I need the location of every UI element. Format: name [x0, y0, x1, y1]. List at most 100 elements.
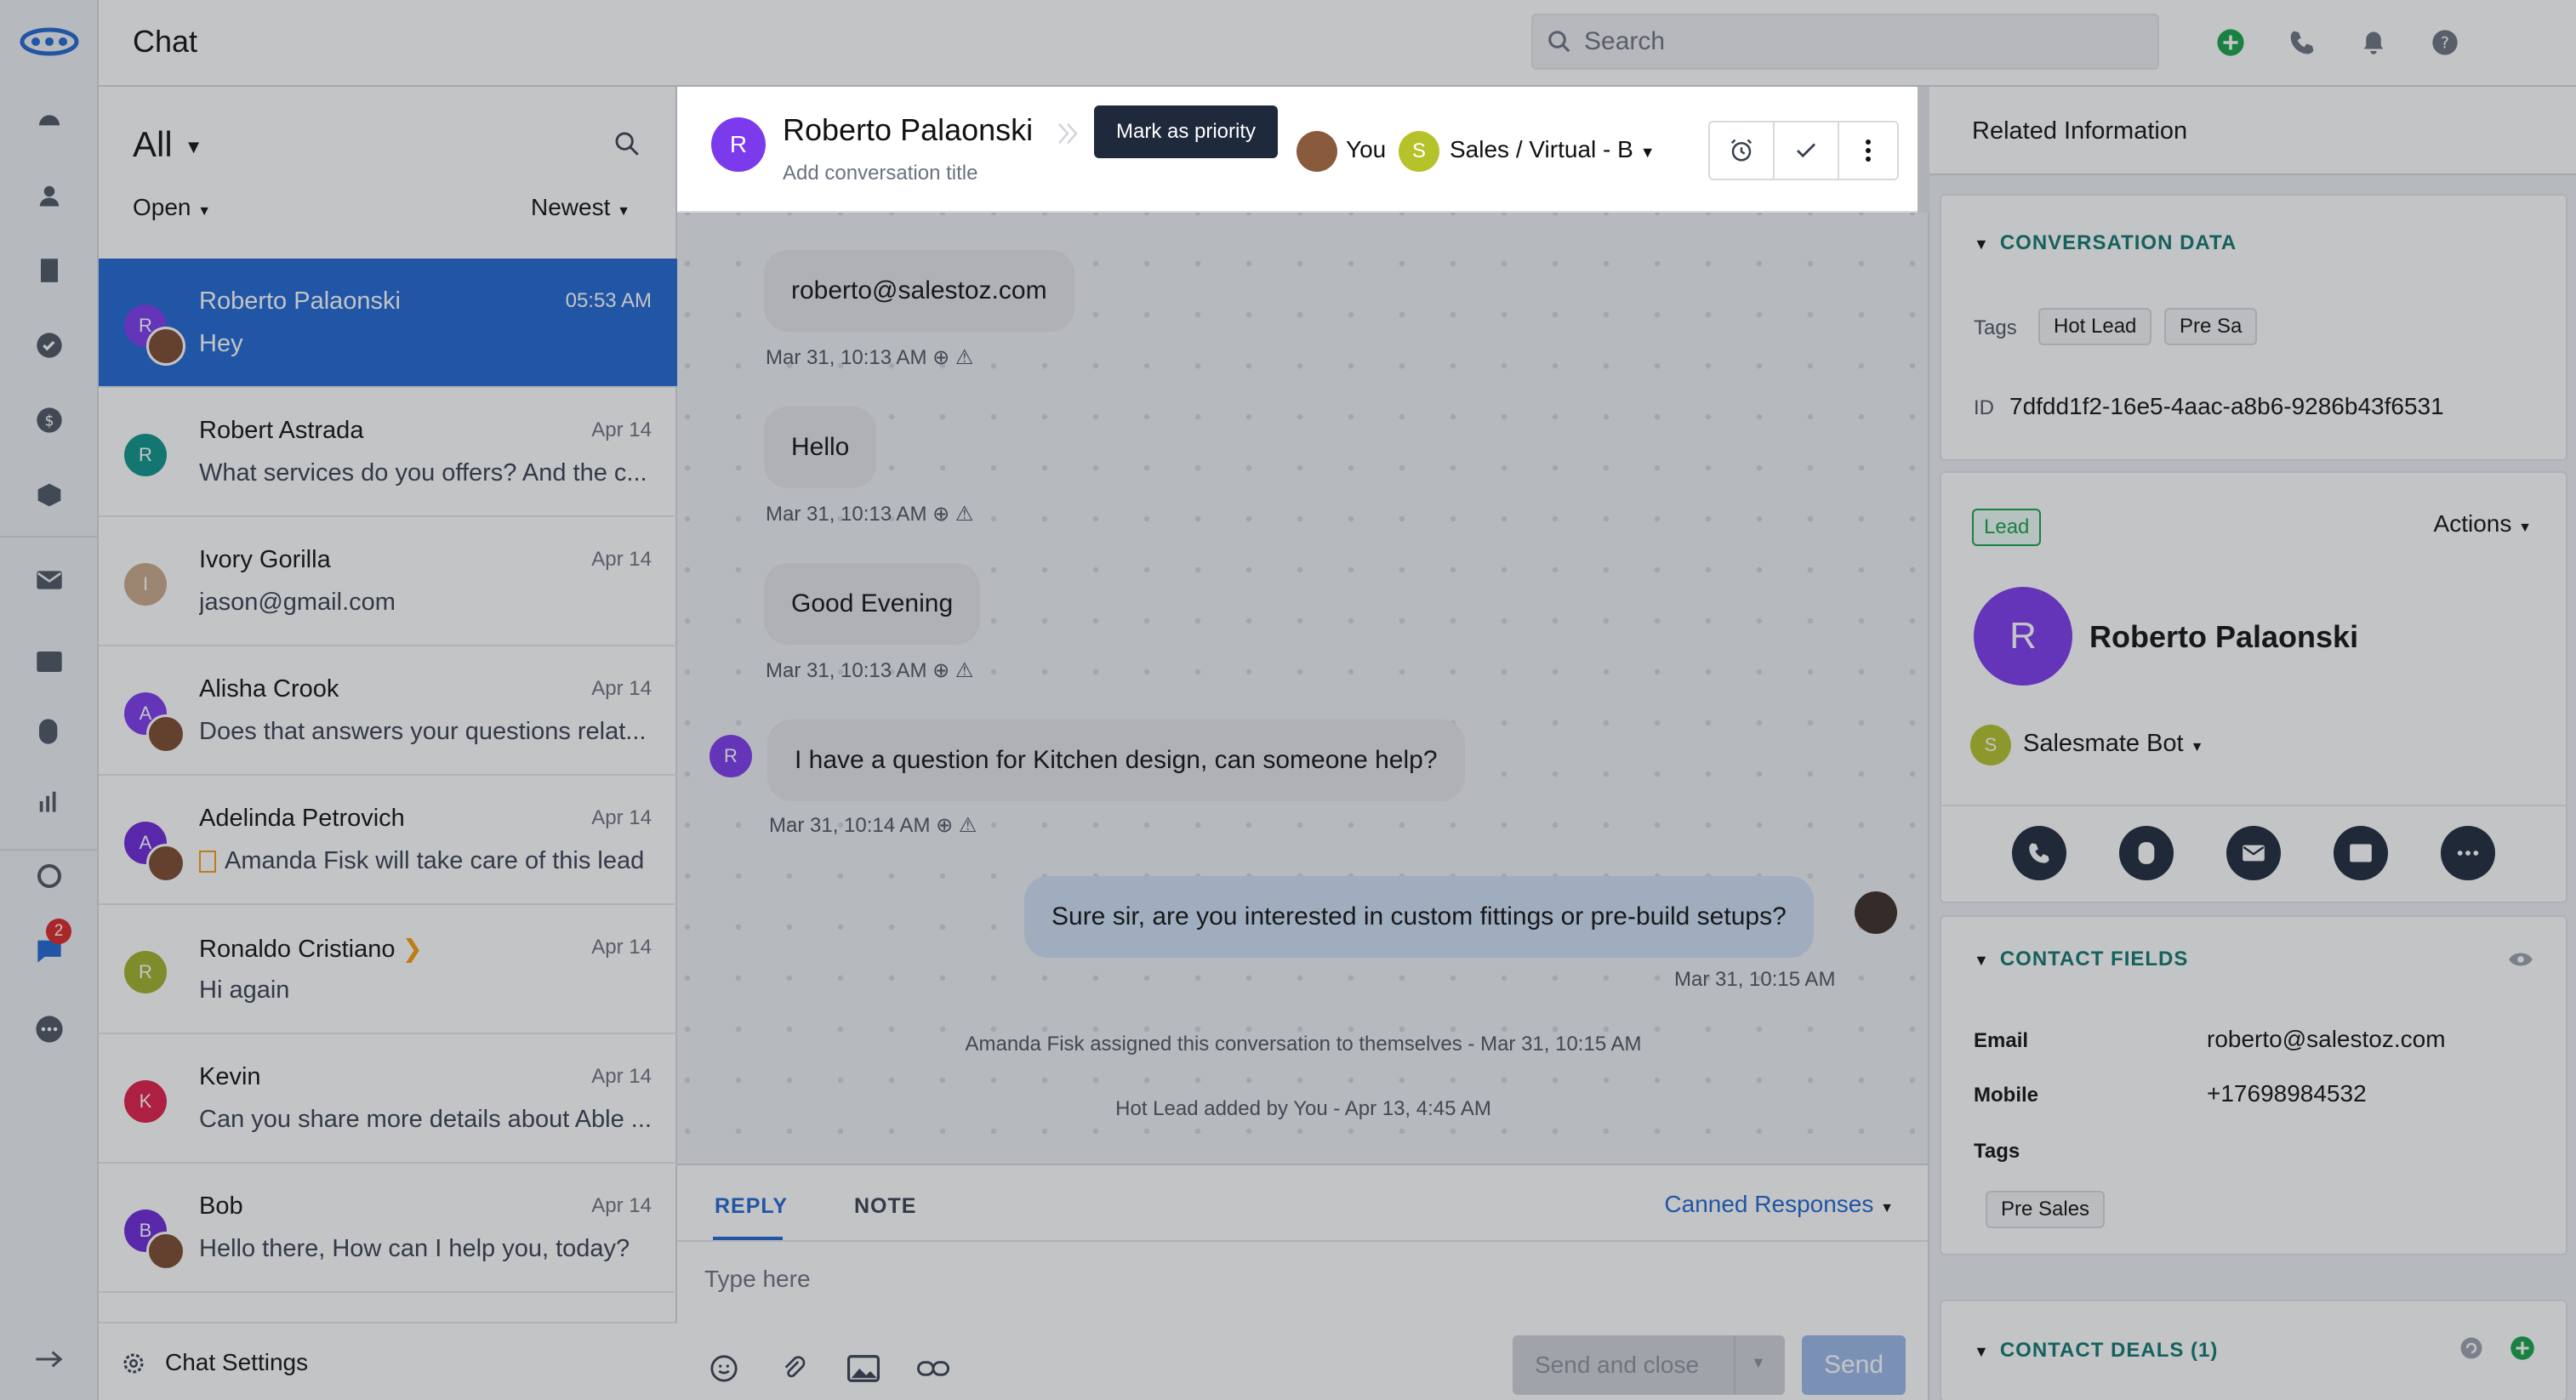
caret-down-icon: ▼	[1974, 1343, 1990, 1360]
contact-name[interactable]: Roberto Palaonski	[2089, 619, 2358, 655]
text-message-icon[interactable]	[2119, 826, 2174, 880]
bell-icon[interactable]	[2357, 26, 2391, 60]
contact-deals-toggle[interactable]: ▼ CONTACT DEALS (1)	[1974, 1339, 2218, 1363]
message-time: Mar 31, 10:13 AM	[766, 659, 927, 682]
panel-title: Related Information	[1972, 117, 2188, 145]
conversation-item[interactable]: K Kevin Apr 14 Can you share more detail…	[99, 1034, 677, 1164]
conversation-item[interactable]: R Ronaldo Cristiano ❯ Apr 14 Hi again	[99, 905, 677, 1034]
contact-deals-card: ▼ CONTACT DEALS (1)	[1940, 1300, 2567, 1400]
globe-icon: ⊕	[932, 346, 950, 369]
priority-flag-icon[interactable]	[1055, 121, 1080, 151]
agent-avatar	[146, 327, 185, 366]
conversation-item[interactable]: R Roberto Palaonski 05:53 AM Hey	[99, 259, 677, 388]
send-button[interactable]: Send	[1802, 1335, 1906, 1395]
owner-dropdown[interactable]: Salesmate Bot ▼	[2023, 730, 2204, 758]
message-preview: jason@gmail.com	[199, 589, 396, 616]
message-preview: Hey	[199, 330, 243, 357]
email-icon[interactable]	[34, 565, 65, 595]
mobile-value[interactable]: +17698984532	[2207, 1080, 2367, 1107]
warning-icon: ⚠	[955, 346, 974, 369]
system-event: Amanda Fisk assigned this conversation t…	[965, 1033, 1642, 1056]
list-search-icon[interactable]	[613, 129, 641, 162]
contacts-icon[interactable]	[34, 180, 65, 211]
conversation-data-card: ▼ CONVERSATION DATA Tags Hot Lead Pre Sa …	[1940, 194, 2567, 461]
incoming-message: roberto@salestoz.com	[764, 250, 1074, 332]
priority-flag-icon: ❯	[402, 936, 423, 963]
more-icon[interactable]	[2441, 826, 2495, 880]
message-input[interactable]: Type here	[704, 1266, 811, 1293]
gear-icon	[123, 1353, 144, 1374]
refresh-icon[interactable]	[2459, 1335, 2484, 1365]
search-input[interactable]: Search	[1531, 14, 2159, 70]
caret-down-icon: ▼	[197, 204, 212, 219]
team-dropdown[interactable]: Sales / Virtual - B ▼	[1450, 136, 1656, 163]
eye-icon[interactable]	[2508, 951, 2533, 972]
conversation-item[interactable]: B Bob Apr 14 Hello there, How can I help…	[99, 1164, 677, 1293]
resolve-button[interactable]	[1775, 122, 1839, 179]
app-logo[interactable]	[17, 20, 82, 63]
inbox-icon[interactable]	[34, 646, 65, 677]
attachment-icon[interactable]	[776, 1351, 812, 1386]
agent-avatar	[146, 1232, 185, 1271]
image-icon[interactable]	[846, 1351, 881, 1386]
more-options-button[interactable]	[1839, 122, 1897, 179]
email-value[interactable]: roberto@salestoz.com	[2207, 1026, 2446, 1053]
chat-settings-button[interactable]: Chat Settings	[99, 1322, 677, 1400]
conversation-item[interactable]: I Ivory Gorilla Apr 14 jason@gmail.com	[99, 517, 677, 646]
conversation-data-toggle[interactable]: ▼ CONVERSATION DATA	[1974, 231, 2237, 255]
contact-fields-toggle[interactable]: ▼ CONTACT FIELDS	[1974, 948, 2188, 971]
left-rail: $ 2	[0, 0, 99, 1400]
sort-label: Newest	[531, 194, 611, 220]
chat-badge: 2	[46, 919, 71, 944]
tab-reply[interactable]: REPLY	[715, 1194, 788, 1219]
tab-note[interactable]: NOTE	[854, 1194, 916, 1219]
incoming-message: Hello	[764, 407, 877, 488]
section-heading: CONTACT FIELDS	[1999, 948, 2189, 970]
alarm-clock-icon	[1730, 139, 1752, 162]
tasks-icon[interactable]	[34, 330, 65, 361]
check-icon	[1797, 143, 1815, 158]
conversation-item[interactable]: R Robert Astrada Apr 14 What services do…	[99, 388, 677, 517]
collapse-icon[interactable]	[34, 1344, 65, 1374]
message-time: Mar 31, 10:14 AM	[769, 814, 931, 837]
products-icon[interactable]	[34, 480, 65, 510]
calls-icon[interactable]	[34, 716, 65, 747]
message-preview: What services do you offers? And the c..…	[199, 459, 647, 487]
deals-icon[interactable]: $	[34, 405, 65, 435]
reply-composer: REPLY NOTE Canned Responses ▼ Type here …	[677, 1164, 1929, 1400]
tag-chip[interactable]: Pre Sa	[2164, 308, 2258, 345]
priority-tooltip: Mark as priority	[1094, 105, 1278, 158]
email-icon[interactable]	[2226, 826, 2281, 880]
tag-chip[interactable]: Hot Lead	[2038, 308, 2152, 345]
conversation-item[interactable]: A Alisha Crook Apr 14 Does that answers …	[99, 646, 677, 776]
conversation-item[interactable]: A Adelinda Petrovich Apr 14 Amanda Fisk …	[99, 776, 677, 905]
conversation-list: All ▼ Open ▼ Newest ▼ R Roberto Palaonski…	[99, 87, 677, 1400]
assignee-name[interactable]: You	[1346, 136, 1386, 163]
emoji-icon[interactable]	[706, 1351, 742, 1386]
mobile-label: Mobile	[1974, 1084, 2038, 1107]
dashboard-icon[interactable]	[34, 105, 65, 136]
add-icon[interactable]	[2214, 26, 2248, 60]
sort-dropdown[interactable]: Newest ▼	[531, 194, 630, 221]
contact-avatar: K	[124, 1080, 167, 1123]
conversation-contact-name[interactable]: Roberto Palaonski	[783, 112, 1033, 148]
conversation-title-input[interactable]: Add conversation title	[783, 162, 977, 185]
help-icon[interactable]: ?	[2428, 26, 2462, 60]
automation-icon[interactable]	[34, 861, 65, 891]
link-icon[interactable]	[915, 1351, 951, 1386]
phone-icon[interactable]	[2285, 26, 2319, 60]
call-icon[interactable]	[2012, 826, 2066, 880]
status-filter-dropdown[interactable]: Open ▼	[133, 194, 211, 221]
chat-icon[interactable]	[2334, 826, 2388, 880]
reports-icon[interactable]	[34, 786, 65, 817]
message-meta: Mar 31, 10:13 AM ⊕ ⚠	[766, 658, 973, 683]
snooze-button[interactable]	[1710, 122, 1775, 179]
add-deal-icon[interactable]	[2510, 1335, 2535, 1365]
companies-icon[interactable]	[34, 255, 65, 286]
send-and-close-button[interactable]: Send and close ▼	[1513, 1335, 1785, 1395]
canned-responses-dropdown[interactable]: Canned Responses ▼	[1664, 1191, 1894, 1218]
tag-chip[interactable]: Pre Sales	[1986, 1191, 2106, 1228]
more-icon[interactable]	[34, 1014, 65, 1044]
actions-dropdown[interactable]: Actions ▼	[2434, 510, 2532, 538]
filter-all-dropdown[interactable]: All ▼	[133, 124, 202, 165]
